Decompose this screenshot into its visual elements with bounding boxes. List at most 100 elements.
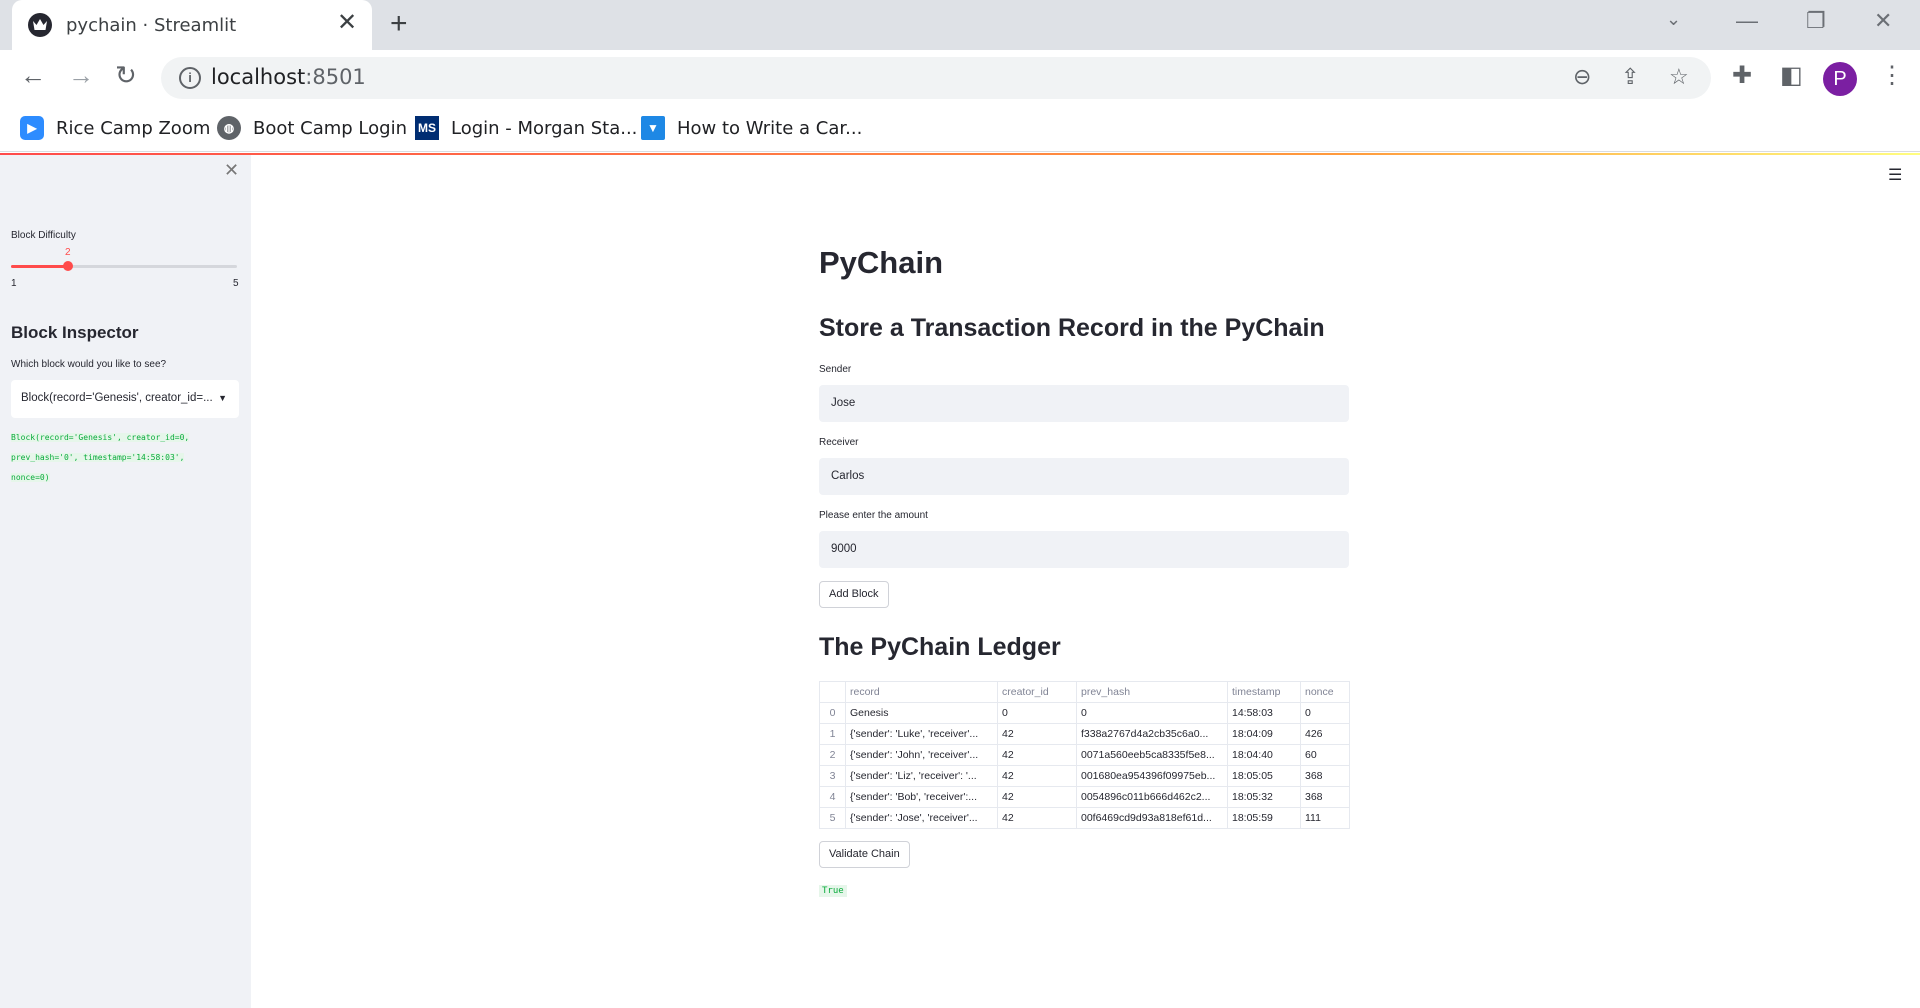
- table-row: 0 Genesis 0 0 14:58:03 0: [819, 702, 1350, 724]
- slider-value: 2: [65, 247, 71, 258]
- browser-tab[interactable]: pychain · Streamlit ✕: [12, 0, 372, 50]
- bookmark-morgan-stanley[interactable]: MS Login - Morgan Sta...: [415, 113, 637, 143]
- receiver-input[interactable]: Carlos: [819, 458, 1349, 495]
- address-bar[interactable]: localhost:8501 ⊖ ⇪ ☆: [161, 57, 1711, 99]
- tab-search-icon[interactable]: ⌄: [1666, 10, 1681, 28]
- row-index: 1: [819, 723, 846, 745]
- table-cell: 42: [997, 765, 1077, 787]
- table-cell: {'sender': 'Luke', 'receiver'...: [845, 723, 998, 745]
- zoom-icon: ▶: [20, 116, 44, 140]
- table-cell: 42: [997, 744, 1077, 766]
- table-cell: 00f6469cd9d93a818ef61d...: [1076, 807, 1228, 829]
- validation-result: True: [819, 885, 847, 897]
- bookmarks-bar: ▶ Rice Camp Zoom ◍ Boot Camp Login MS Lo…: [0, 106, 1920, 152]
- table-row: 1 {'sender': 'Luke', 'receiver'... 42 f3…: [819, 723, 1350, 745]
- table-cell: 42: [997, 786, 1077, 808]
- table-cell: {'sender': 'Liz', 'receiver': '...: [845, 765, 998, 787]
- new-tab-icon[interactable]: +: [390, 9, 408, 39]
- table-cell: 001680ea954396f09975eb...: [1076, 765, 1228, 787]
- row-index: 4: [819, 786, 846, 808]
- table-cell: 0: [1076, 702, 1228, 724]
- column-header: [819, 681, 846, 703]
- row-index: 2: [819, 744, 846, 766]
- hamburger-menu-icon[interactable]: ☰: [1888, 168, 1902, 184]
- bookmark-star-icon[interactable]: ☆: [1669, 66, 1689, 88]
- back-icon[interactable]: ←: [20, 62, 46, 88]
- amount-label: Please enter the amount: [819, 510, 928, 521]
- select-value: Block(record='Genesis', creator_id=...: [21, 392, 213, 404]
- slider-fill: [11, 265, 68, 268]
- table-cell: 0: [997, 702, 1077, 724]
- sidebar-close-icon[interactable]: ✕: [224, 161, 239, 179]
- side-panel-icon[interactable]: ◧: [1780, 64, 1803, 88]
- column-header[interactable]: creator_id: [997, 681, 1077, 703]
- table-row: 5 {'sender': 'Jose', 'receiver'... 42 00…: [819, 807, 1350, 829]
- site-info-icon[interactable]: [179, 67, 201, 89]
- menu-kebab-icon[interactable]: ⋮: [1880, 64, 1904, 88]
- table-cell: {'sender': 'John', 'receiver'...: [845, 744, 998, 766]
- column-header[interactable]: prev_hash: [1076, 681, 1228, 703]
- block-output: Block(record='Genesis', creator_id=0, pr…: [11, 433, 190, 482]
- add-block-button[interactable]: Add Block: [819, 581, 889, 608]
- chevron-down-icon: ▼: [218, 393, 227, 403]
- window-close-icon[interactable]: ✕: [1874, 10, 1892, 32]
- row-index: 5: [819, 807, 846, 829]
- browser-toolbar: ← → ↻ localhost:8501 ⊖ ⇪ ☆ ✚ ◧ P ⋮: [0, 50, 1920, 106]
- table-row: 2 {'sender': 'John', 'receiver'... 42 00…: [819, 744, 1350, 766]
- select-label: Which block would you like to see?: [11, 359, 167, 370]
- block-difficulty-slider[interactable]: [11, 261, 237, 271]
- slider-min: 1: [11, 278, 17, 289]
- table-cell: 18:04:40: [1227, 744, 1301, 766]
- tab-title: pychain · Streamlit: [66, 15, 237, 36]
- bookmark-rice-camp-zoom[interactable]: ▶ Rice Camp Zoom: [20, 113, 210, 143]
- table-cell: 18:04:09: [1227, 723, 1301, 745]
- table-cell: 111: [1300, 807, 1350, 829]
- column-header[interactable]: nonce: [1300, 681, 1350, 703]
- table-cell: 42: [997, 723, 1077, 745]
- table-cell: 18:05:05: [1227, 765, 1301, 787]
- tab-close-icon[interactable]: ✕: [337, 11, 357, 35]
- table-cell: 368: [1300, 786, 1350, 808]
- column-header[interactable]: record: [845, 681, 998, 703]
- validate-chain-button[interactable]: Validate Chain: [819, 841, 910, 868]
- table-cell: 14:58:03: [1227, 702, 1301, 724]
- browser-tabstrip: pychain · Streamlit ✕ + ⌄ — ❐ ✕: [0, 0, 1920, 50]
- forward-icon[interactable]: →: [68, 62, 94, 88]
- table-cell: 0: [1300, 702, 1350, 724]
- profile-avatar[interactable]: P: [1823, 62, 1857, 96]
- table-cell: Genesis: [845, 702, 998, 724]
- table-cell: {'sender': 'Bob', 'receiver':...: [845, 786, 998, 808]
- restore-icon[interactable]: ❐: [1806, 10, 1826, 32]
- table-row: 4 {'sender': 'Bob', 'receiver':... 42 00…: [819, 786, 1350, 808]
- share-icon[interactable]: ⇪: [1621, 66, 1639, 88]
- column-header[interactable]: timestamp: [1227, 681, 1301, 703]
- table-cell: 0071a560eeb5ca8335f5e8...: [1076, 744, 1228, 766]
- bookmark-boot-camp-login[interactable]: ◍ Boot Camp Login: [217, 113, 407, 143]
- slider-label: Block Difficulty: [11, 230, 76, 241]
- reload-icon[interactable]: ↻: [115, 62, 137, 88]
- table-cell: 60: [1300, 744, 1350, 766]
- row-index: 3: [819, 765, 846, 787]
- slider-thumb[interactable]: [62, 261, 73, 271]
- table-row: 3 {'sender': 'Liz', 'receiver': '... 42 …: [819, 765, 1350, 787]
- table-cell: 426: [1300, 723, 1350, 745]
- table-cell: 42: [997, 807, 1077, 829]
- amount-input[interactable]: 9000: [819, 531, 1349, 568]
- globe-icon: ◍: [217, 116, 241, 140]
- table-cell: f338a2767d4a2cb35c6a0...: [1076, 723, 1228, 745]
- zoom-out-icon[interactable]: ⊖: [1573, 66, 1591, 88]
- table-cell: 368: [1300, 765, 1350, 787]
- streamlit-decoration-bar: [0, 153, 1920, 155]
- sidebar: ✕ Block Difficulty 2 1 5 Block Inspector…: [0, 155, 251, 1008]
- sender-input[interactable]: Jose: [819, 385, 1349, 422]
- bookmark-how-to-write[interactable]: ▼ How to Write a Car...: [641, 113, 862, 143]
- slider-max: 5: [233, 278, 239, 289]
- tie-icon: ▼: [641, 116, 665, 140]
- minimize-icon[interactable]: —: [1736, 10, 1758, 32]
- table-cell: 0054896c011b666d462c2...: [1076, 786, 1228, 808]
- ledger-heading: The PyChain Ledger: [819, 633, 1061, 661]
- extensions-icon[interactable]: ✚: [1732, 64, 1752, 88]
- url-text: localhost:8501: [211, 65, 366, 89]
- block-select[interactable]: Block(record='Genesis', creator_id=... ▼: [11, 380, 239, 418]
- streamlit-crown-icon: [28, 13, 52, 37]
